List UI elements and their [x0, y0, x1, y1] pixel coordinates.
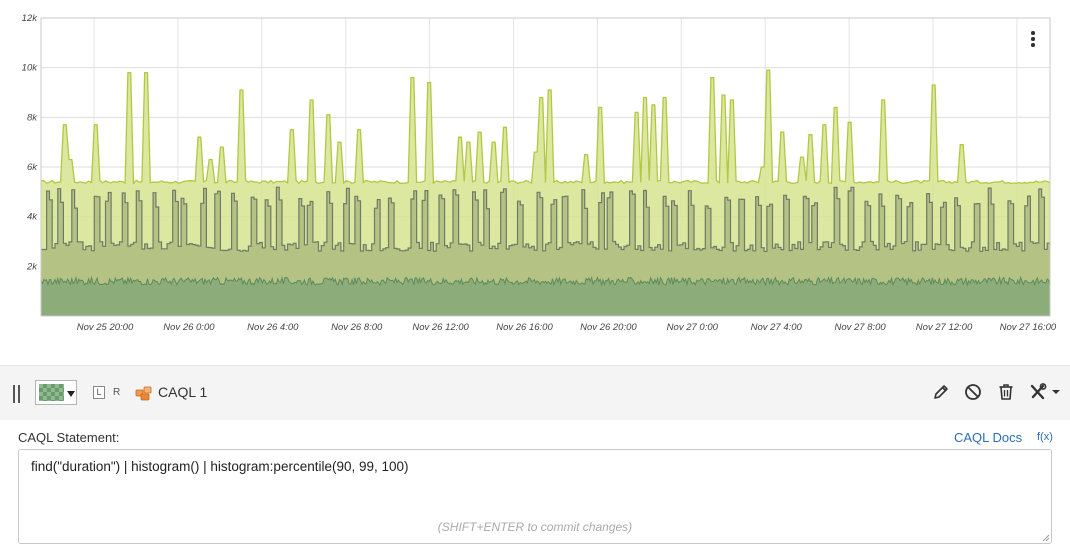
- datapoint-name[interactable]: CAQL 1: [158, 384, 207, 400]
- x-tick-label: Nov 27 8:00: [834, 322, 886, 333]
- y-tick-label: 12k: [22, 13, 39, 24]
- disable-icon[interactable]: [963, 382, 983, 402]
- pencil-icon[interactable]: [931, 382, 951, 402]
- x-tick-label: Nov 26 8:00: [331, 322, 383, 333]
- caret-down-icon: [67, 391, 75, 397]
- tools-dropdown-icon[interactable]: [1028, 382, 1062, 402]
- caql-section: CAQL Statement: CAQL Docs f(x) find("dur…: [0, 420, 1070, 553]
- datapoint-toolbar: L R CAQL 1: [0, 365, 1070, 420]
- resize-grip-icon[interactable]: [1042, 534, 1050, 542]
- trash-icon[interactable]: [996, 382, 1016, 402]
- y-tick-label: 4k: [27, 212, 38, 223]
- caql-docs-link[interactable]: CAQL Docs: [954, 430, 1022, 445]
- x-tick-label: Nov 27 16:00: [1000, 322, 1057, 333]
- vertical-ellipsis-icon[interactable]: [1022, 28, 1044, 50]
- x-tick-label: Nov 26 16:00: [496, 322, 553, 333]
- x-tick-label: Nov 27 4:00: [751, 322, 803, 333]
- caql-statement-input[interactable]: find("duration") | histogram() | histogr…: [18, 449, 1052, 544]
- commit-hint: (SHIFT+ENTER to commit changes): [437, 520, 633, 534]
- color-picker-button[interactable]: [35, 380, 77, 405]
- y-tick-label: 2k: [26, 261, 38, 272]
- function-reference-link[interactable]: f(x): [1037, 431, 1053, 443]
- x-tick-label: Nov 25 20:00: [77, 322, 134, 333]
- timeseries-chart[interactable]: 2k 4k 6k 8k 10k 12k Nov 25 20:00 Nov 26 0:00 Nov…: [0, 0, 1070, 340]
- x-tick-label: Nov 26 20:00: [580, 322, 637, 333]
- drag-handle-icon[interactable]: [12, 385, 21, 403]
- series-area-p90: [41, 277, 1050, 316]
- x-tick-label: Nov 27 12:00: [916, 322, 973, 333]
- caql-statement-label: CAQL Statement:: [18, 430, 120, 445]
- axis-right-toggle[interactable]: R: [113, 387, 120, 398]
- x-tick-label: Nov 26 4:00: [247, 322, 299, 333]
- y-tick-label: 8k: [27, 112, 38, 123]
- axis-left-toggle[interactable]: L: [93, 386, 105, 399]
- y-tick-label: 6k: [27, 162, 38, 173]
- x-tick-label: Nov 26 12:00: [412, 322, 469, 333]
- caql-statement-text[interactable]: find("duration") | histogram() | histogr…: [31, 459, 409, 474]
- checker-swatch-icon: [39, 384, 64, 401]
- x-tick-label: Nov 27 0:00: [667, 322, 719, 333]
- y-tick-label: 10k: [22, 63, 39, 74]
- x-tick-label: Nov 26 0:00: [163, 322, 215, 333]
- caql-source-icon: [135, 386, 152, 401]
- graph-panel[interactable]: 2k 4k 6k 8k 10k 12k Nov 25 20:00 Nov 26 0:00 Nov…: [0, 0, 1070, 363]
